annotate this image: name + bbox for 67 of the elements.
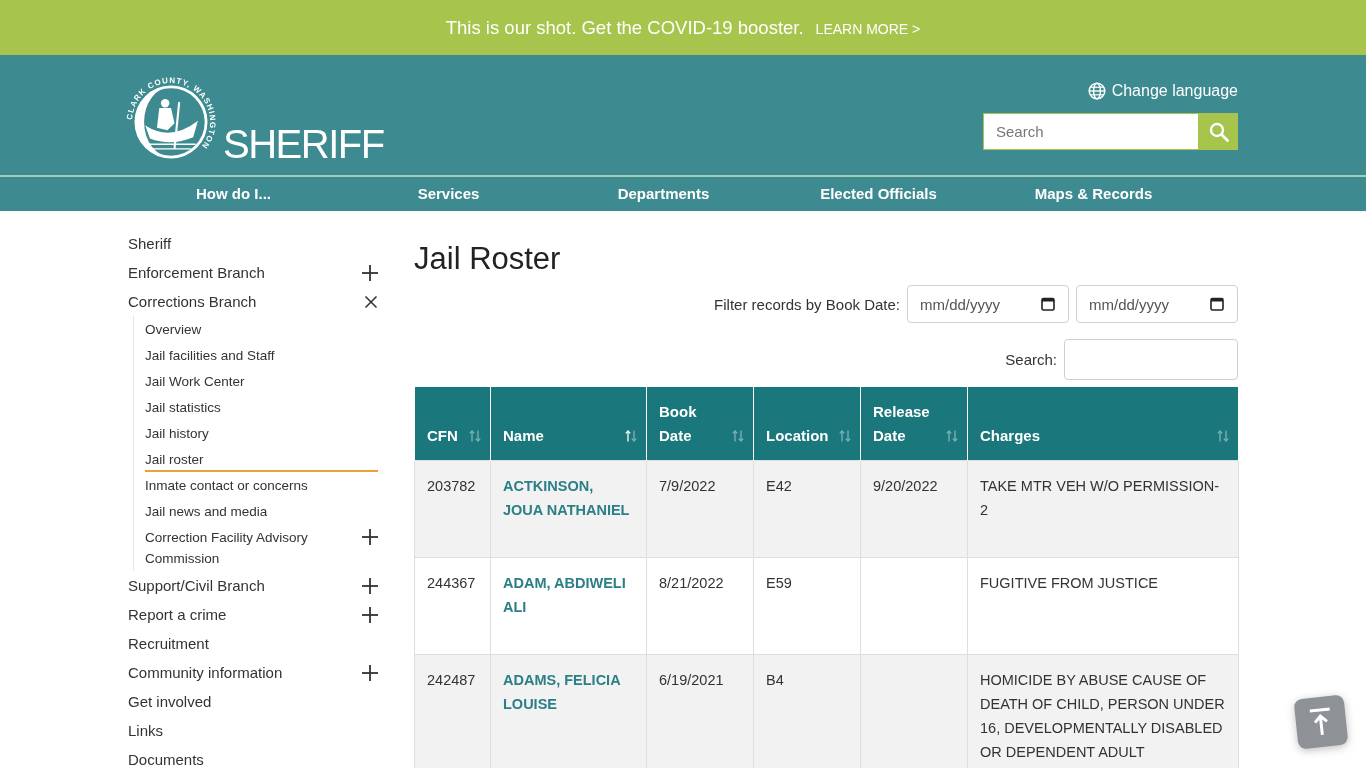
nav-link[interactable]: Elected Officials — [820, 177, 937, 211]
back-to-top-button[interactable] — [1293, 694, 1349, 750]
nav-link[interactable]: Departments — [617, 177, 710, 211]
nav-link[interactable]: Maps & Records — [1034, 177, 1153, 211]
table-cell: 244367 — [414, 557, 491, 654]
site-title[interactable]: SHERIFF — [223, 124, 384, 164]
table-cell: 9/20/2022 — [860, 460, 968, 557]
sidebar-sublink[interactable]: Jail facilities and Staff — [145, 342, 378, 368]
sidebar-sublink[interactable]: Jail statistics — [145, 394, 378, 420]
column-header[interactable]: Charges — [967, 387, 1239, 460]
table-cell: B4 — [753, 654, 861, 768]
sidebar-link[interactable]: Community information — [128, 658, 362, 687]
sidebar-link[interactable]: Recruitment — [128, 629, 378, 658]
table-cell: HOMICIDE BY ABUSE CAUSE OF DEATH OF CHILD, PERSON UNDER 16, DEVELOPMENTALLY DISABLED OR DEPENDENT ADULT — [967, 654, 1239, 768]
globe-icon — [1087, 82, 1106, 100]
table-cell: 203782 — [414, 460, 491, 557]
change-language-link[interactable]: Change language — [1087, 80, 1238, 102]
sidebar-sublink[interactable]: Jail news and media — [145, 498, 378, 524]
plus-icon[interactable] — [362, 264, 378, 281]
page-title: Jail Roster — [414, 240, 562, 277]
inmate-name-link[interactable]: ADAM, ABDIWELI ALI — [503, 570, 635, 619]
date-field[interactable]: mm/dd/yyyy — [1076, 285, 1238, 323]
close-icon[interactable] — [364, 294, 378, 309]
table-cell: E42 — [753, 460, 861, 557]
column-header[interactable]: Release Date — [860, 387, 968, 460]
search-icon — [1208, 121, 1229, 142]
sidebar-sublink[interactable]: Jail Work Center — [145, 368, 378, 394]
sidebar-sublink[interactable]: Inmate contact or concerns — [145, 472, 378, 498]
column-header[interactable]: Name — [490, 387, 647, 460]
column-header[interactable]: CFN — [414, 387, 491, 460]
banner-message: This is our shot. Get the COVID-19 booster. — [445, 16, 804, 39]
table-cell: FUGITIVE FROM JUSTICE — [967, 557, 1239, 654]
sidebar-link[interactable]: Corrections Branch — [128, 287, 364, 316]
sidebar-link[interactable]: Support/Civil Branch — [128, 571, 362, 600]
table-cell: E59 — [753, 557, 861, 654]
plus-icon[interactable] — [362, 529, 378, 545]
plus-icon[interactable] — [362, 577, 378, 594]
site-search-field[interactable]: Search — [983, 113, 1199, 150]
date-field[interactable]: mm/dd/yyyy — [907, 285, 1069, 323]
sidebar-sublink[interactable]: Overview — [145, 316, 378, 342]
table-search-field[interactable] — [1064, 339, 1238, 380]
sidebar-link[interactable]: Report a crime — [128, 600, 362, 629]
calendar-icon[interactable] — [1041, 297, 1055, 311]
sidebar-link[interactable]: Links — [128, 716, 378, 745]
table-cell: 6/19/2021 — [646, 654, 754, 768]
search-label: Search: — [1005, 351, 1057, 368]
nav-link[interactable]: How do I... — [196, 177, 271, 211]
sidebar-sublink[interactable]: Jail history — [145, 420, 378, 446]
plus-icon[interactable] — [362, 606, 378, 623]
column-header[interactable]: Location — [753, 387, 861, 460]
inmate-name-link[interactable]: ADAMS, FELICIA LOUISE — [503, 667, 635, 716]
sidebar-link[interactable]: Get involved — [128, 687, 378, 716]
plus-icon[interactable] — [362, 664, 378, 681]
table-cell: 7/9/2022 — [646, 460, 754, 557]
column-header[interactable]: Book Date — [646, 387, 754, 460]
sidebar-link[interactable]: Sheriff — [128, 229, 378, 258]
nav-link[interactable]: Services — [417, 177, 480, 211]
sidebar-sublink[interactable]: Jail roster — [145, 446, 378, 472]
table-cell: 8/21/2022 — [646, 557, 754, 654]
sidebar-link[interactable]: Enforcement Branch — [128, 258, 362, 287]
table-cell: TAKE MTR VEH W/O PERMISSION-2 — [967, 460, 1239, 557]
sidebar-link[interactable]: Documents — [128, 745, 378, 768]
table-cell: 242487 — [414, 654, 491, 768]
sidebar-sublink[interactable]: Correction Facility Advisory Commission — [145, 524, 362, 571]
filter-label: Filter records by Book Date: — [714, 295, 900, 313]
calendar-icon[interactable] — [1210, 297, 1224, 311]
inmate-name-link[interactable]: ACTKINSON, JOUA NATHANIEL — [503, 473, 635, 522]
